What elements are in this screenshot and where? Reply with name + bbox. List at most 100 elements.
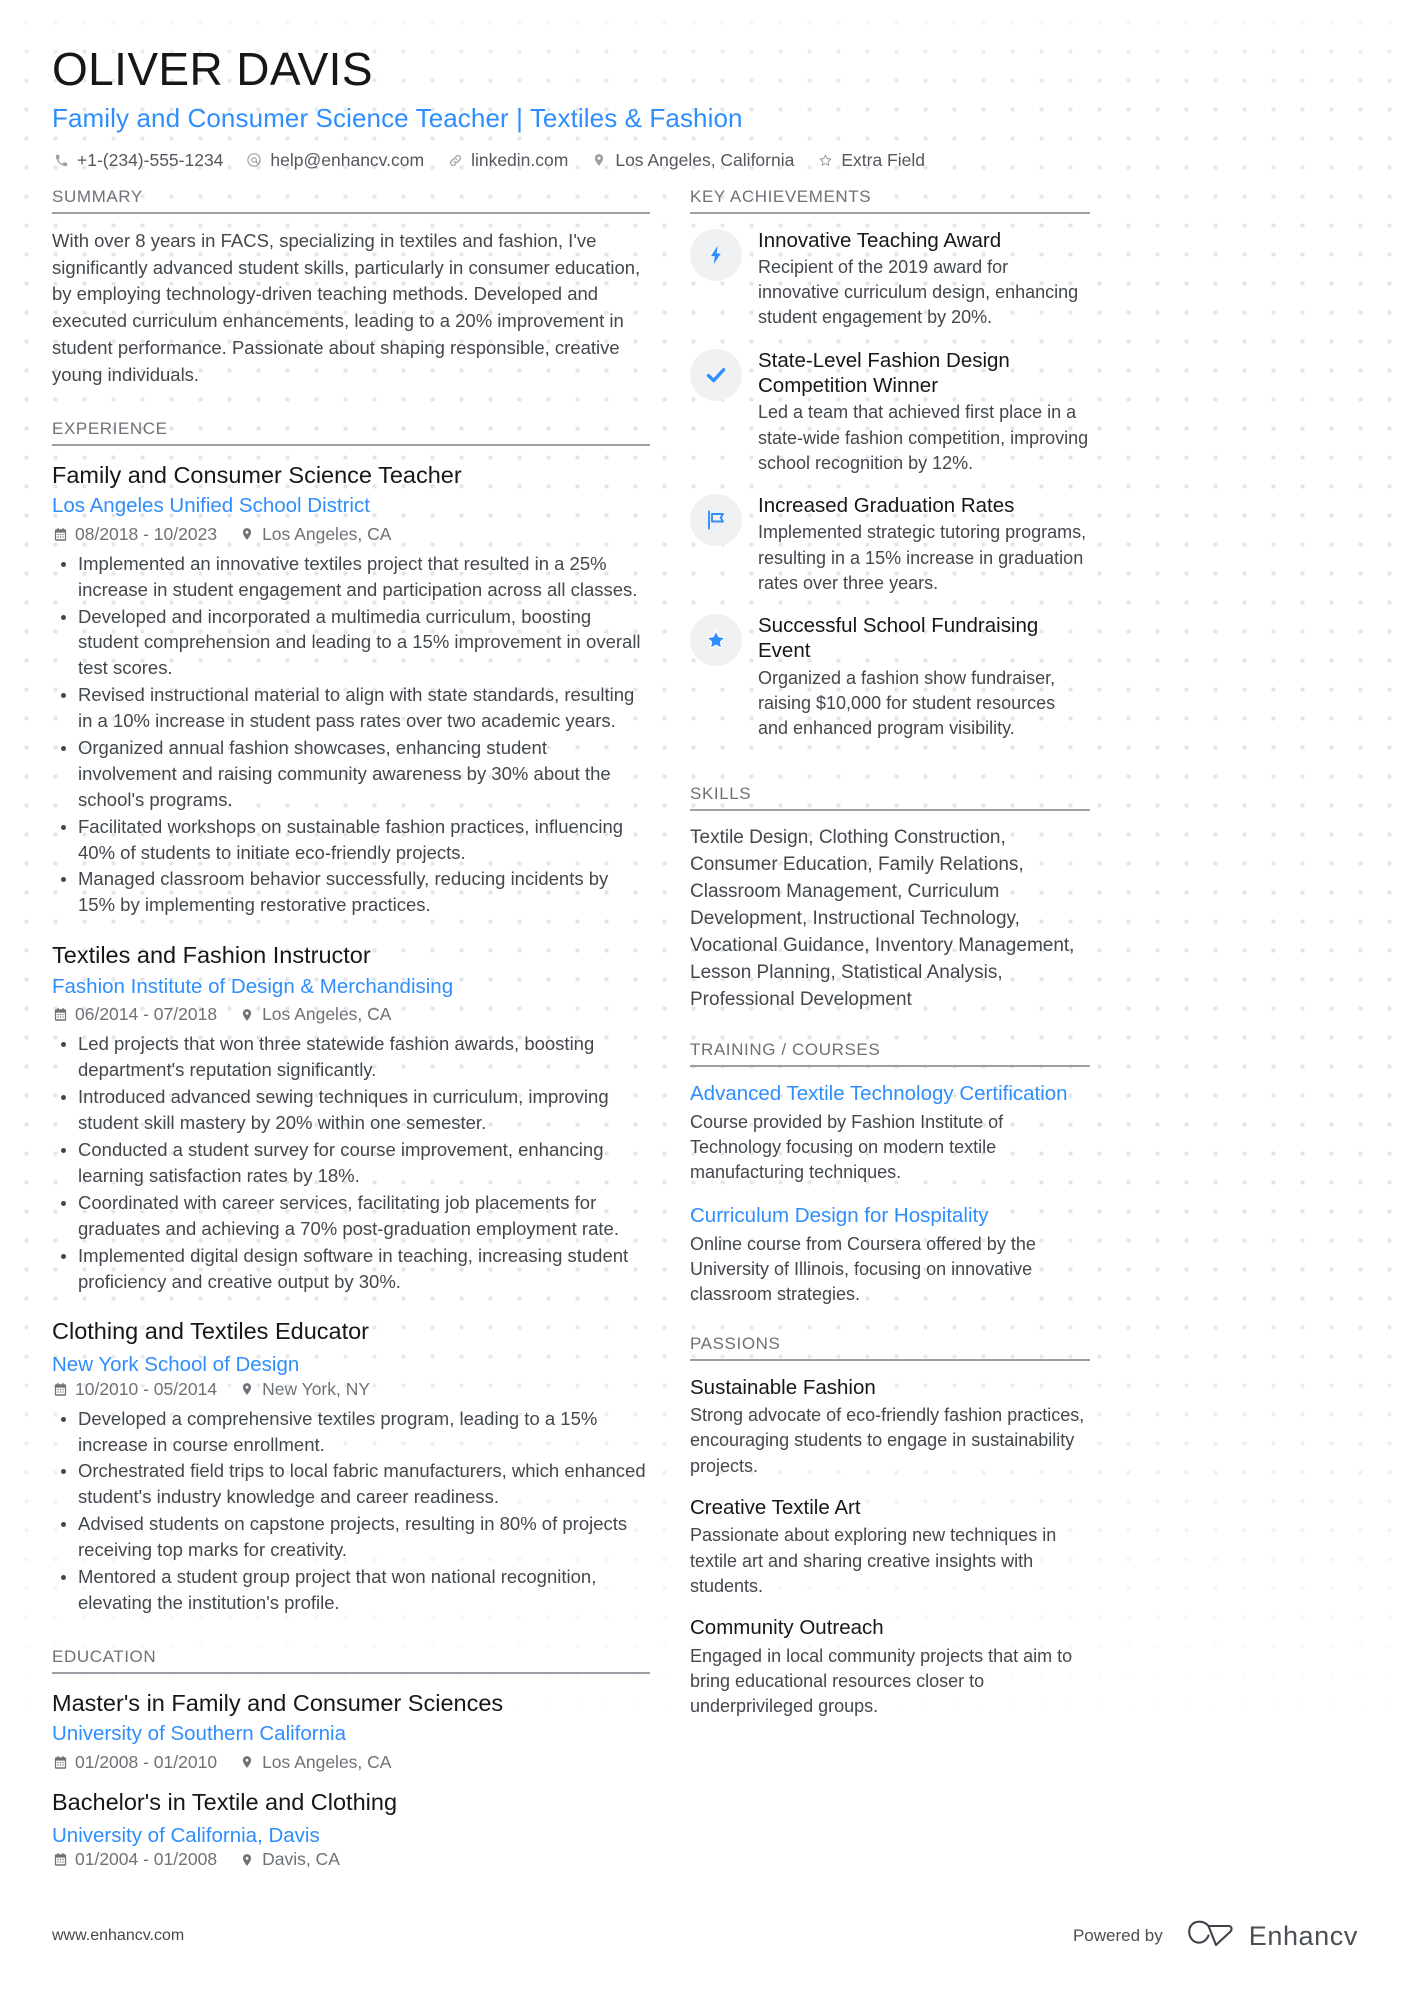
entry-dates-text: 08/2018 - 10/2023 [75, 523, 218, 544]
candidate-name: OLIVER DAVIS [52, 43, 373, 95]
passion-item: Creative Textile Art Passionate about exp… [690, 1495, 1090, 1599]
passion-description: Engaged in local community projects that… [690, 1645, 1073, 1716]
entry-dates: 10/2010 - 05/2014 [52, 1379, 217, 1400]
contact-linkedin[interactable]: linkedin.com [446, 150, 568, 171]
section-summary: SUMMARY With over 8 years in FACS, speci… [52, 187, 650, 389]
entry-meta: 06/2014 - 07/2018 Los Angeles, CA [52, 1004, 650, 1025]
experience-company[interactable]: Los Angeles Unified School District [52, 492, 650, 520]
enhancv-logo-icon [1183, 1919, 1235, 1954]
location-pin-icon [590, 151, 608, 169]
section-education: EDUCATION Master's in Family and Consume… [52, 1647, 650, 1870]
passion-title: Creative Textile Art [690, 1495, 861, 1519]
experience-company[interactable]: New York School of Design [52, 1351, 299, 1379]
education-school-meta: University of California, Davis 01/2004 -… [52, 1820, 650, 1871]
experience-bullet: Organized annual fashion showcases, enha… [61, 735, 650, 813]
experience-bullet: Implemented an innovative textiles proje… [61, 551, 650, 603]
contact-extra-field-text: Extra Field [841, 149, 925, 170]
flag-icon [690, 494, 742, 547]
contact-email[interactable]: help@enhancv.com [245, 150, 424, 171]
entry-meta: 01/2008 - 01/2010 Los Angeles, CA [52, 1752, 650, 1773]
experience-bullet: Managed classroom behavior successfully,… [61, 866, 650, 918]
candidate-job-title: Family and Consumer Science Teacher | Te… [52, 102, 743, 133]
calendar-icon [52, 1754, 68, 1770]
entry-meta: 01/2004 - 01/2008 Davis, CA [52, 1849, 362, 1870]
contact-linkedin-text: linkedin.com [471, 149, 569, 170]
education-school[interactable]: University of California, Davis [52, 1822, 320, 1850]
course-item: Curriculum Design for Hospitality Online … [690, 1203, 1090, 1307]
achievement-description: Organized a fashion show fundraiser, rai… [758, 667, 1056, 739]
experience-role: Textiles and Fashion Instructor [52, 942, 371, 969]
entry-location: Davis, CA [239, 1849, 340, 1870]
passion-item: Community Outreach Engaged in local commu… [690, 1615, 1090, 1719]
summary-heading: SUMMARY [52, 187, 650, 214]
achievements-heading: KEY ACHIEVEMENTS [690, 187, 1090, 214]
entry-dates-text: 01/2004 - 01/2008 [75, 1849, 218, 1870]
passion-title: Sustainable Fashion [690, 1375, 876, 1399]
passion-title: Community Outreach [690, 1615, 884, 1639]
experience-bullet: Introduced advanced sewing techniques in… [61, 1084, 650, 1136]
training-heading: TRAINING / COURSES [690, 1040, 1090, 1068]
section-training-courses: TRAINING / COURSES Advanced Textile Tech… [690, 1040, 1090, 1307]
education-entry: Bachelor's in Textile and Clothing Univer… [52, 1787, 650, 1870]
experience-company[interactable]: Fashion Institute of Design & Merchandis… [52, 973, 650, 1001]
education-degree: Master's in Family and Consumer Sciences [52, 1689, 504, 1716]
entry-dates-text: 06/2014 - 07/2018 [75, 1004, 218, 1025]
achievement-title: Innovative Teaching Award [758, 228, 1002, 252]
entry-location-text: New York, NY [262, 1378, 371, 1399]
email-icon [245, 151, 263, 169]
entry-location: New York, NY [239, 1379, 370, 1400]
enhancv-brand-name: Enhancv [1248, 1920, 1358, 1951]
training-list: Advanced Textile Technology Certificatio… [690, 1067, 1090, 1307]
contact-location-text: Los Angeles, California [615, 149, 795, 170]
entry-location: Los Angeles, CA [239, 1752, 391, 1773]
experience-bullet: Conducted a student survey for course im… [61, 1137, 650, 1189]
location-pin-icon [239, 1852, 255, 1868]
education-list: Master's in Family and Consumer Sciences… [52, 1674, 650, 1870]
contact-phone-text: +1-(234)-555-1234 [77, 149, 224, 170]
footer-website-url[interactable]: www.enhancv.com [52, 1927, 184, 1945]
achievement-item: State-Level Fashion Design Competition W… [690, 348, 1090, 476]
entry-dates-text: 10/2010 - 05/2014 [75, 1378, 218, 1399]
check-icon [690, 348, 742, 401]
education-degree: Bachelor's in Textile and Clothing [52, 1788, 398, 1815]
course-title[interactable]: Advanced Textile Technology Certificatio… [690, 1081, 1090, 1108]
contact-bar: +1-(234)-555-1234 help@enhancv.com linke… [52, 150, 1358, 171]
course-title[interactable]: Curriculum Design for Hospitality [690, 1203, 1090, 1230]
passions-heading: PASSIONS [690, 1334, 1090, 1361]
star-outline-icon [816, 151, 834, 169]
right-column: KEY ACHIEVEMENTS Innovative Teaching Awa… [690, 187, 1090, 1719]
education-heading: EDUCATION [52, 1647, 650, 1674]
achievement-title: Increased Graduation Rates [758, 494, 1015, 518]
course-description: Online course from Coursera offered by t… [690, 1234, 1036, 1305]
entry-location-text: Davis, CA [262, 1849, 340, 1870]
contact-location: Los Angeles, California [590, 150, 794, 171]
skills-text: Textile Design, Clothing Construction, C… [690, 827, 1075, 1011]
powered-by-block: Powered by Enhancv [1073, 1919, 1358, 1954]
resume-content: OLIVER DAVIS Family and Consumer Science… [0, 0, 1410, 1870]
education-school[interactable]: University of Southern California [52, 1720, 650, 1748]
experience-bullets: Led projects that won three statewide fa… [52, 1031, 650, 1294]
resume-footer: www.enhancv.com Powered by Enhancv [0, 1877, 1410, 1995]
experience-bullet: Led projects that won three statewide fa… [61, 1031, 650, 1083]
star-icon [690, 614, 742, 667]
achievement-description: Recipient of the 2019 award for innovati… [758, 257, 1079, 328]
calendar-icon [52, 1381, 68, 1397]
passion-description: Strong advocate of eco-friendly fashion … [690, 1405, 1085, 1476]
section-passions: PASSIONS Sustainable Fashion Strong advoc… [690, 1334, 1090, 1720]
experience-entry: Family and Consumer Science Teacher Los A… [52, 460, 650, 919]
experience-heading: EXPERIENCE [52, 419, 650, 446]
contact-phone[interactable]: +1-(234)-555-1234 [52, 150, 223, 171]
experience-company-meta: New York School of Design 10/2010 - 05/20… [52, 1349, 650, 1400]
experience-role: Family and Consumer Science Teacher [52, 461, 462, 488]
resume-header: OLIVER DAVIS Family and Consumer Science… [52, 0, 1358, 171]
experience-bullet: Facilitated workshops on sustainable fas… [61, 814, 650, 866]
experience-role: Clothing and Textiles Educator [52, 1318, 370, 1345]
experience-bullet: Advised students on capstone projects, r… [61, 1511, 650, 1563]
experience-bullet: Mentored a student group project that wo… [61, 1564, 650, 1616]
entry-dates: 01/2008 - 01/2010 [52, 1752, 217, 1773]
achievement-description: Led a team that achieved first place in … [758, 402, 1089, 473]
calendar-icon [52, 1007, 68, 1023]
entry-location-text: Los Angeles, CA [262, 523, 392, 544]
achievements-list: Innovative Teaching Award Recipient of th… [690, 214, 1090, 742]
phone-icon [52, 151, 70, 169]
